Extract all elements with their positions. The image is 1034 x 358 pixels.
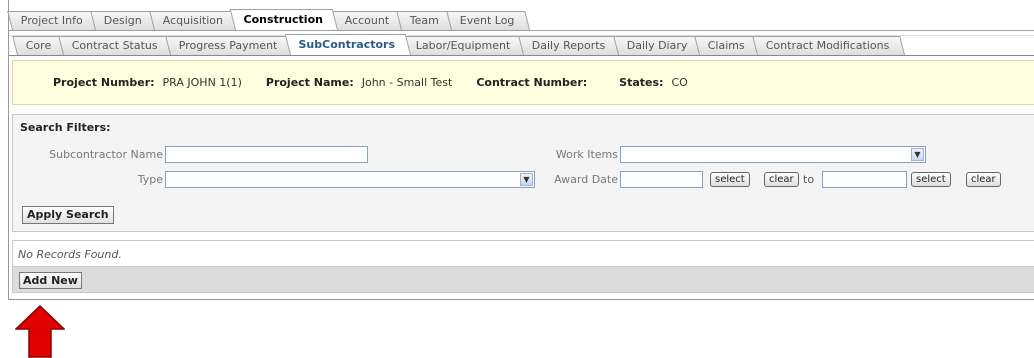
up-arrow-icon	[15, 305, 65, 358]
tab-label: Contract Modifications	[765, 39, 890, 52]
tab-label: Contract Status	[72, 39, 159, 52]
tab-label: Daily Reports	[531, 39, 606, 52]
type-select[interactable]: ▼	[165, 171, 535, 188]
apply-search-button[interactable]: Apply Search	[22, 206, 114, 224]
tab-label: Claims	[707, 39, 745, 52]
subtab-bar-divider	[9, 55, 1034, 56]
app-frame: Project Info Design Acquisition Construc…	[7, 0, 1034, 300]
work-items-label: Work Items	[555, 148, 618, 161]
tab-label: Labor/Equipment	[416, 39, 511, 52]
states-label: States:	[619, 76, 664, 89]
tab-label: Construction	[243, 13, 324, 26]
subtab-contract-modifications[interactable]: Contract Modifications	[752, 36, 905, 55]
tab-design[interactable]: Design	[90, 11, 157, 30]
subcontractor-name-label: Subcontractor Name	[49, 148, 163, 161]
arrow-shape	[15, 305, 65, 358]
award-date-from-clear-button[interactable]: clear	[764, 172, 799, 187]
type-label: Type	[137, 173, 163, 186]
project-number-label: Project Number:	[53, 76, 155, 89]
sub-tab-bar: Core Contract Status Progress Payment Su…	[12, 34, 905, 55]
tab-label: Event Log	[459, 14, 515, 27]
tab-label: Project Info	[20, 14, 83, 27]
award-date-to-clear-button[interactable]: clear	[966, 172, 1001, 187]
award-date-from-select-button[interactable]: select	[710, 172, 750, 187]
work-items-select[interactable]: ▼	[620, 146, 926, 163]
add-new-button[interactable]: Add New	[19, 272, 82, 289]
award-date-to-input[interactable]	[822, 171, 907, 188]
search-filters-title: Search Filters:	[20, 121, 111, 134]
subtab-daily-diary[interactable]: Daily Diary	[612, 36, 703, 55]
subtab-contract-status[interactable]: Contract Status	[58, 36, 174, 55]
project-number-value: PRA JOHN 1(1)	[162, 76, 242, 89]
award-date-from-input[interactable]	[620, 171, 703, 188]
tab-label: Core	[25, 39, 52, 52]
project-name-label: Project Name:	[265, 76, 354, 89]
chevron-down-icon[interactable]: ▼	[911, 148, 924, 161]
results-footer: Add New	[12, 266, 1034, 293]
subcontractor-name-input[interactable]	[165, 146, 368, 163]
tab-label: SubContractors	[298, 38, 395, 51]
tab-label: Team	[409, 14, 439, 27]
tab-label: Progress Payment	[179, 39, 278, 52]
tab-label: Design	[103, 14, 142, 27]
to-label: to	[803, 173, 815, 186]
subtab-daily-reports[interactable]: Daily Reports	[518, 36, 621, 55]
subtab-claims[interactable]: Claims	[694, 36, 761, 55]
contract-number-label: Contract Number:	[476, 76, 588, 89]
tab-label: Daily Diary	[626, 39, 687, 52]
award-date-to-select-button[interactable]: select	[911, 172, 951, 187]
tab-event-log[interactable]: Event Log	[446, 11, 530, 30]
states-value: CO	[671, 76, 688, 89]
results-panel: No Records Found.	[12, 240, 1034, 267]
award-date-label: Award Date	[554, 173, 618, 186]
tab-label: Acquisition	[162, 14, 223, 27]
project-name-value: John - Small Test	[361, 76, 453, 89]
project-info-bar: Project Number: PRA JOHN 1(1) Project Na…	[12, 60, 1034, 105]
tab-acquisition[interactable]: Acquisition	[149, 11, 239, 30]
tab-team[interactable]: Team	[396, 11, 455, 30]
subtab-labor-equipment[interactable]: Labor/Equipment	[402, 36, 526, 55]
no-records-message: No Records Found.	[18, 248, 122, 261]
subtab-subcontractors[interactable]: SubContractors	[284, 34, 411, 55]
tab-label: Account	[344, 14, 389, 27]
tab-project-info[interactable]: Project Info	[7, 11, 98, 30]
subtab-progress-payment[interactable]: Progress Payment	[165, 36, 293, 55]
search-filters-panel: Search Filters: Subcontractor Name Type …	[12, 114, 1034, 232]
tab-construction[interactable]: Construction	[229, 9, 339, 30]
main-tab-bar: Project Info Design Acquisition Construc…	[7, 8, 530, 30]
tab-account[interactable]: Account	[330, 11, 405, 30]
